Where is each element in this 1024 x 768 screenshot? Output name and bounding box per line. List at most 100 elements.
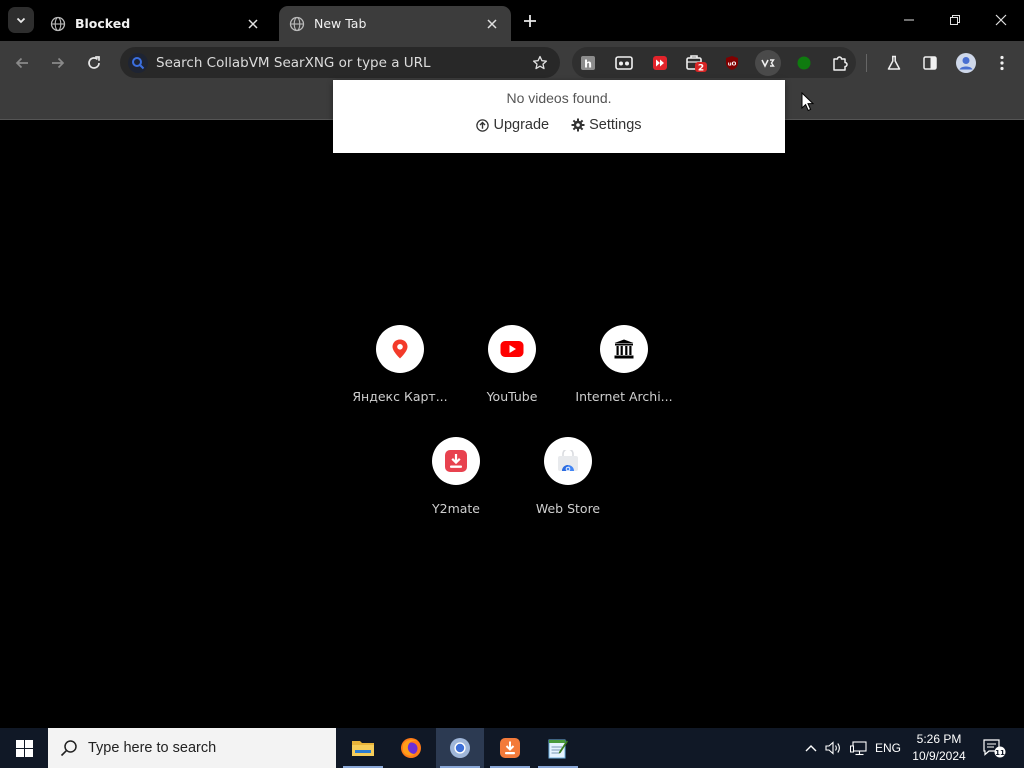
shortcut-yandex-maps[interactable]: Яндекс Карт... (344, 325, 456, 425)
action-center-button[interactable]: 11 (978, 728, 1010, 768)
shortcut-web-store[interactable]: Web Store (512, 437, 624, 537)
new-tab-button[interactable] (518, 9, 542, 33)
upgrade-arrow-icon (476, 118, 490, 132)
close-tab-icon[interactable] (483, 15, 501, 33)
clock-date: 10/9/2024 (912, 749, 966, 763)
reload-button[interactable] (81, 50, 107, 76)
svg-text:uO: uO (728, 62, 737, 68)
start-button[interactable] (0, 728, 48, 768)
back-button[interactable] (9, 50, 35, 76)
shortcut-label: Web Store (535, 501, 601, 516)
puzzle-icon[interactable] (827, 50, 853, 76)
taskbar-search-box[interactable]: Type here to search (48, 728, 336, 768)
windows-logo-icon (15, 739, 33, 757)
video-downloader-extension-icon[interactable] (755, 50, 781, 76)
popup-actions: Upgrade Settings (333, 117, 785, 133)
globe-icon (289, 16, 305, 32)
extensions-group: h 2 uO (572, 47, 856, 78)
download-app-icon (500, 738, 520, 758)
gear-icon (571, 118, 585, 132)
ublock-extension-icon[interactable]: uO (719, 50, 745, 76)
arrow-left-icon (15, 57, 28, 69)
chevron-down-icon (16, 17, 26, 24)
h-extension-icon[interactable]: h (575, 50, 601, 76)
restore-button[interactable] (932, 0, 978, 40)
chrome-icon (450, 738, 470, 758)
upgrade-label: Upgrade (493, 117, 550, 133)
forward-button[interactable] (45, 50, 71, 76)
web-store-icon (558, 450, 578, 472)
notification-count: 11 (995, 749, 1005, 757)
close-window-button[interactable] (978, 0, 1024, 40)
download-icon (445, 450, 467, 472)
green-dot-extension-icon[interactable] (791, 50, 817, 76)
profile-avatar-icon[interactable] (953, 50, 979, 76)
globe-icon (50, 16, 66, 32)
volume-button[interactable] (823, 728, 845, 768)
taskbar-chrome[interactable] (436, 728, 484, 768)
map-pin-icon (392, 339, 408, 359)
fast-forward-extension-icon[interactable] (647, 50, 673, 76)
shortcut-label: Internet Archi... (575, 389, 673, 404)
address-bar-placeholder: Search CollabVM SearXNG or type a URL (156, 54, 431, 71)
taskbar-downloader-app[interactable] (486, 728, 534, 768)
shortcut-label: Яндекс Карт... (352, 389, 448, 404)
taskbar-notepad[interactable] (534, 728, 582, 768)
shortcut-icon-container (544, 437, 592, 485)
shortcut-y2mate[interactable]: Y2mate (400, 437, 512, 537)
toolbar-separator (866, 54, 867, 72)
minimize-button[interactable] (886, 0, 932, 40)
upgrade-link[interactable]: Upgrade (476, 117, 549, 133)
shortcut-icon-container (600, 325, 648, 373)
taskbar-firefox[interactable] (387, 728, 435, 768)
tab-search-button[interactable] (8, 7, 34, 33)
firefox-icon (401, 738, 421, 758)
windows-taskbar: Type here to search ENG 5:26 PM 10/9/202… (0, 728, 1024, 768)
new-tab-page: Яндекс Карт... YouTube Internet Archi...… (0, 121, 1024, 728)
restore-icon (950, 15, 960, 25)
taskbar-file-explorer[interactable] (339, 728, 387, 768)
labs-flask-icon[interactable] (881, 50, 907, 76)
taskbar-clock[interactable]: 5:26 PM 10/9/2024 (906, 731, 972, 765)
briefcase-extension-icon[interactable]: 2 (683, 50, 709, 76)
tape-extension-icon[interactable] (611, 50, 637, 76)
tab-blocked[interactable]: Blocked (40, 6, 272, 41)
side-panel-icon[interactable] (917, 50, 943, 76)
bookmark-star-icon[interactable] (530, 53, 550, 73)
svg-text:h: h (584, 58, 592, 71)
kebab-menu-icon[interactable] (989, 50, 1015, 76)
search-engine-icon (128, 52, 148, 73)
chevron-up-icon (805, 745, 817, 752)
close-tab-icon[interactable] (244, 15, 262, 33)
video-downloader-popup: No videos found. Upgrade Settings (333, 80, 785, 153)
clock-time: 5:26 PM (916, 732, 962, 746)
notepad-icon (548, 739, 568, 759)
address-bar[interactable]: Search CollabVM SearXNG or type a URL (120, 47, 560, 78)
settings-link[interactable]: Settings (571, 117, 642, 133)
youtube-icon (500, 341, 524, 357)
plus-icon (524, 15, 536, 27)
browser-toolbar: Search CollabVM SearXNG or type a URL h … (0, 41, 1024, 85)
shortcut-youtube[interactable]: YouTube (456, 325, 568, 425)
shortcut-internet-archive[interactable]: Internet Archi... (568, 325, 680, 425)
tab-new-tab[interactable]: New Tab (279, 6, 511, 41)
reload-icon (88, 56, 100, 69)
extension-badge: 2 (698, 64, 704, 74)
minimize-icon (904, 19, 914, 21)
notification-icon: 11 (983, 739, 1006, 758)
arrow-right-icon (52, 57, 65, 69)
shortcut-icon-container (432, 437, 480, 485)
settings-label: Settings (589, 117, 642, 133)
tab-title: Blocked (75, 16, 131, 31)
no-videos-message: No videos found. (506, 90, 612, 106)
input-language-button[interactable]: ENG (874, 728, 902, 768)
shortcut-label: YouTube (486, 389, 538, 404)
show-hidden-icons-button[interactable] (800, 728, 822, 768)
tab-title: New Tab (314, 16, 367, 31)
shortcut-label: Y2mate (431, 501, 481, 516)
archive-icon (614, 339, 634, 359)
mouse-cursor-icon (801, 92, 815, 112)
network-button[interactable] (848, 728, 870, 768)
tab-strip: Blocked New Tab (0, 0, 1024, 41)
network-icon (850, 740, 867, 755)
